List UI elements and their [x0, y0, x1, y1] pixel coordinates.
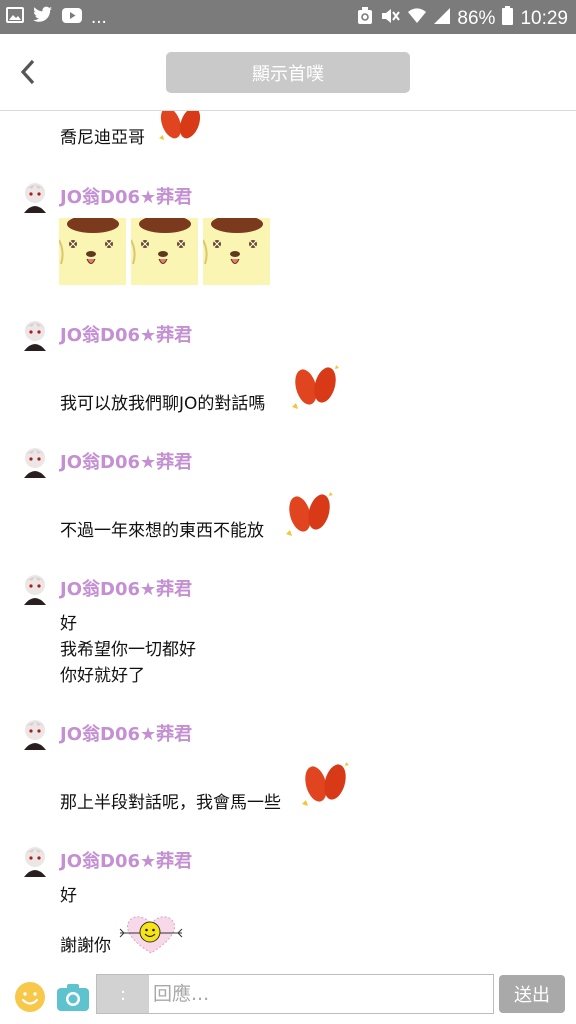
username[interactable]: JO翁D06★莽君	[60, 575, 192, 601]
response-text: 我可以放我們聊JO的對話嗎	[60, 394, 266, 414]
youtube-icon	[62, 7, 82, 29]
top-bar: 顯示首噗	[0, 34, 576, 111]
response-text: 好	[60, 886, 77, 906]
composer-bar: : 送出	[0, 968, 576, 1024]
response-text: 喬尼迪亞哥	[60, 128, 145, 148]
response-text: 那上半段對話呢，我會馬一些	[60, 793, 281, 813]
red-bean-icon	[302, 762, 349, 806]
recycle-icon	[357, 6, 373, 31]
avatar[interactable]	[20, 573, 50, 605]
wifi-icon	[407, 7, 427, 30]
reply-input[interactable]	[151, 975, 491, 1013]
response-text: 謝謝你	[60, 936, 111, 956]
username[interactable]: JO翁D06★莽君	[60, 448, 192, 474]
twitter-icon	[33, 6, 53, 29]
back-button[interactable]	[12, 56, 44, 88]
avatar[interactable]	[20, 181, 50, 213]
response-list[interactable]: 喬尼迪亞哥 JO翁D06★莽君 JO翁D06★莽君 我可以放我們聊JO的對話嗎 …	[0, 111, 576, 968]
sticker-row	[59, 218, 270, 285]
username[interactable]: JO翁D06★莽君	[60, 847, 192, 873]
avatar[interactable]	[20, 446, 50, 478]
username[interactable]: JO翁D06★莽君	[60, 183, 192, 209]
qualifier-label: :	[119, 983, 127, 1005]
response-text: 好	[60, 614, 77, 634]
battery-percent: 86%	[457, 7, 496, 29]
more-notifications: ...	[91, 6, 107, 28]
response-text: 我希望你一切都好	[60, 640, 196, 660]
pompompurin-sticker	[203, 218, 270, 285]
username[interactable]: JO翁D06★莽君	[60, 321, 192, 347]
battery-icon	[502, 6, 514, 31]
red-bean-icon	[286, 492, 333, 536]
show-first-plurk-label: 顯示首噗	[252, 63, 324, 85]
qualifier-selector[interactable]: :	[97, 975, 149, 1013]
avatar[interactable]	[20, 718, 50, 750]
username[interactable]: JO翁D06★莽君	[60, 720, 192, 746]
response-text: 你好就好了	[60, 666, 145, 686]
send-button[interactable]: 送出	[499, 975, 565, 1013]
reply-box: :	[96, 974, 494, 1014]
status-bar: ... 86% 10:29	[0, 0, 576, 34]
signal-icon	[434, 7, 451, 30]
emoticon-button[interactable]	[14, 981, 46, 1013]
red-bean-icon	[292, 365, 339, 409]
avatar[interactable]	[20, 319, 50, 351]
avatar[interactable]	[20, 845, 50, 877]
clock: 10:29	[520, 7, 568, 29]
smiley-heart-icon	[119, 916, 183, 954]
camera-button[interactable]	[56, 981, 90, 1013]
red-bean-icon	[159, 111, 201, 140]
pompompurin-sticker	[131, 218, 198, 285]
response-text: 不過一年來想的東西不能放	[60, 521, 264, 541]
gallery-icon	[6, 6, 24, 29]
chevron-left-icon	[20, 59, 35, 85]
mute-icon	[380, 7, 401, 31]
send-label: 送出	[514, 985, 550, 1006]
show-first-plurk-button[interactable]: 顯示首噗	[166, 52, 410, 93]
pompompurin-sticker	[59, 218, 126, 285]
